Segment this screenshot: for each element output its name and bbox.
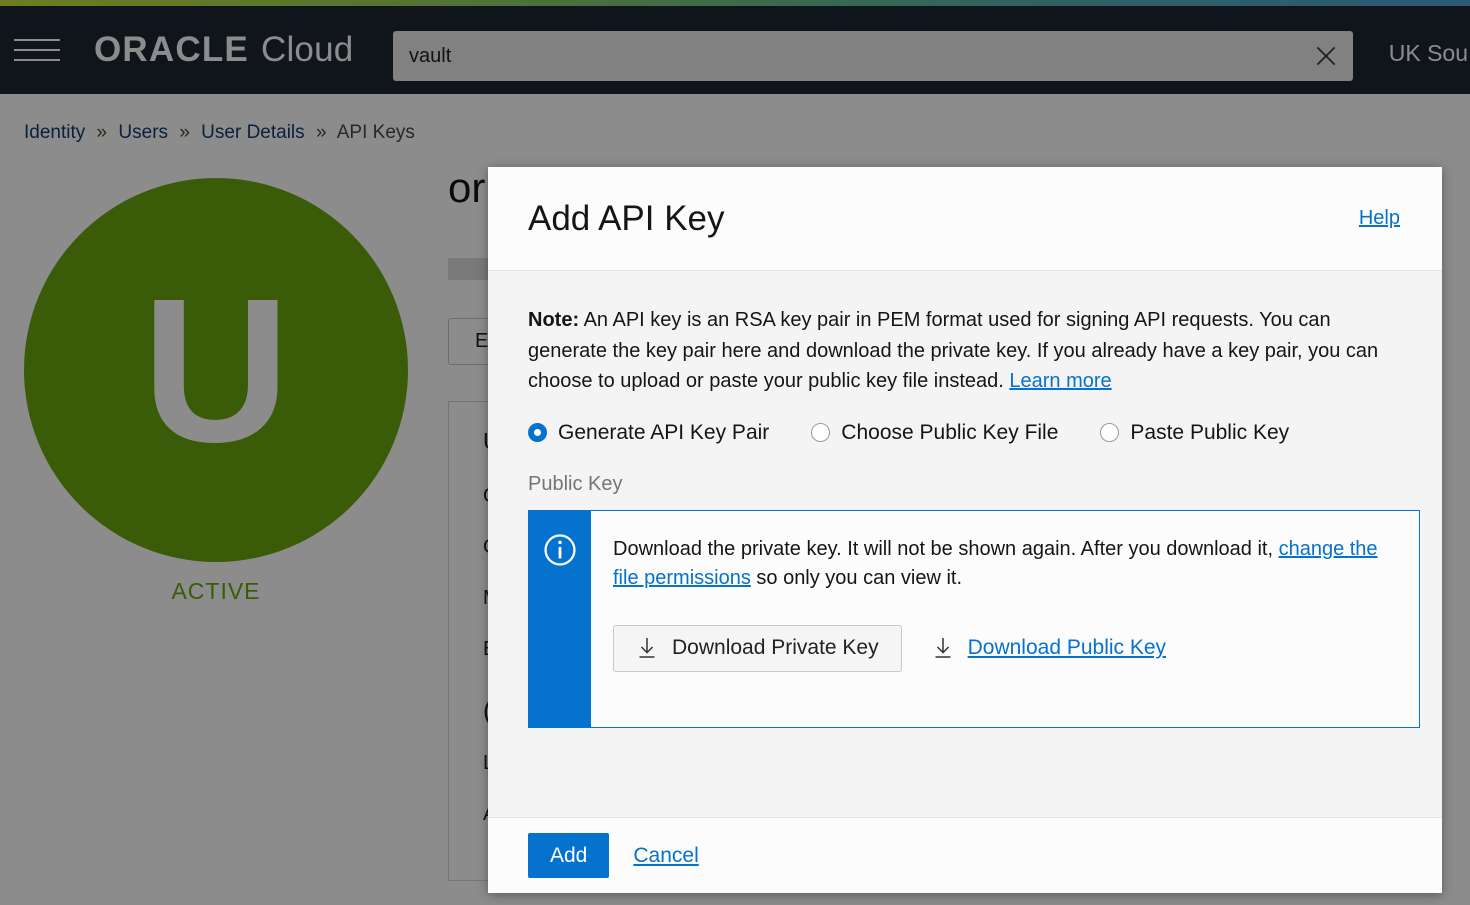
info-banner-strip (529, 511, 591, 727)
radio-label: Generate API Key Pair (558, 421, 769, 445)
radio-dot-icon (1100, 423, 1119, 442)
radio-dot-icon (811, 423, 830, 442)
info-text-part2: so only you can view it. (751, 567, 962, 589)
download-arrow-icon (932, 636, 954, 660)
dialog-header: Add API Key Help (488, 167, 1442, 271)
info-banner: Download the private key. It will not be… (528, 510, 1420, 728)
dialog-footer: Add Cancel (488, 817, 1442, 893)
note-body: An API key is an RSA key pair in PEM for… (528, 309, 1378, 392)
download-arrow-icon (636, 636, 658, 660)
learn-more-link[interactable]: Learn more (1009, 370, 1111, 392)
add-button[interactable]: Add (528, 833, 609, 878)
app-root: ORACLE Cloud UK Sou Identity » Users » U… (0, 0, 1470, 905)
dialog-body: Note: An API key is an RSA key pair in P… (488, 271, 1442, 817)
radio-paste-public-key[interactable]: Paste Public Key (1100, 421, 1289, 445)
radio-label: Paste Public Key (1130, 421, 1289, 445)
key-option-radio-group: Generate API Key Pair Choose Public Key … (528, 421, 1402, 445)
radio-dot-icon (528, 423, 547, 442)
note-text: Note: An API key is an RSA key pair in P… (528, 305, 1400, 397)
dialog-title: Add API Key (528, 199, 725, 239)
download-private-key-button[interactable]: Download Private Key (613, 625, 902, 672)
download-public-key-link[interactable]: Download Public Key (932, 636, 1166, 660)
cancel-link[interactable]: Cancel (633, 844, 698, 868)
radio-generate-api-key-pair[interactable]: Generate API Key Pair (528, 421, 769, 445)
info-text-part1: Download the private key. It will not be… (613, 538, 1279, 560)
info-circle-icon (543, 533, 577, 567)
radio-label: Choose Public Key File (841, 421, 1058, 445)
info-banner-text: Download the private key. It will not be… (613, 535, 1397, 593)
download-actions: Download Private Key Download Public Key (613, 625, 1397, 672)
download-public-key-label: Download Public Key (968, 636, 1166, 660)
add-api-key-dialog: Add API Key Help Note: An API key is an … (488, 167, 1442, 893)
radio-choose-public-key-file[interactable]: Choose Public Key File (811, 421, 1058, 445)
note-prefix: Note: (528, 309, 579, 331)
info-banner-content: Download the private key. It will not be… (591, 511, 1419, 727)
download-private-key-label: Download Private Key (672, 636, 879, 660)
public-key-label: Public Key (528, 473, 1402, 496)
help-link[interactable]: Help (1359, 207, 1400, 230)
